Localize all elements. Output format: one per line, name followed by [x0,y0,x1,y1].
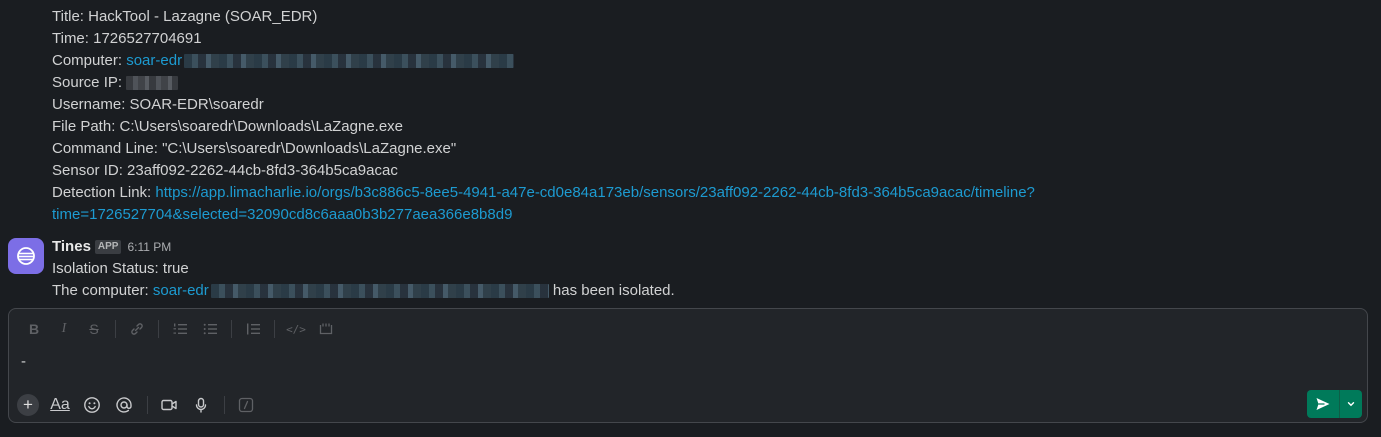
source-ip-label: Source IP: [52,74,123,91]
send-icon [1316,398,1330,410]
mention-icon[interactable] [109,393,139,417]
alert-detection-link-line: Detection Link: https://app.limacharlie.… [52,182,1035,204]
detection-link-label: Detection Link: [52,184,152,201]
command-line-value: "C:\Users\soaredr\Downloads\LaZagne.exe" [162,140,457,157]
isolation-status-text: Isolation Status: true [52,260,189,277]
alert-username-line: Username: SOAR-EDR\soaredr [52,94,1035,116]
send-options-button[interactable] [1339,390,1362,418]
computer-link[interactable]: soar-edr [153,282,209,299]
numbered-list-icon[interactable] [165,318,195,340]
tines-message-body: Tines APP 6:11 PM Isolation Status: true T… [52,236,675,302]
bulleted-list-icon[interactable] [195,318,225,340]
computer-link[interactable]: soar-edr [126,52,182,69]
app-badge: APP [94,240,122,254]
alert-command-line: Command Line: "C:\Users\soaredr\Download… [52,138,1035,160]
send-button-group [1307,390,1362,418]
tines-header: Tines APP 6:11 PM [52,236,675,258]
sender-name[interactable]: Tines [52,238,91,255]
chevron-down-icon [1347,402,1355,407]
alert-file-path-line: File Path: C:\Users\soaredr\Downloads\La… [52,116,1035,138]
blockquote-icon[interactable] [238,318,268,340]
plus-icon[interactable]: + [17,394,39,416]
sensor-id-value: 23aff092-2262-44cb-8fd3-364b5ca9acac [127,162,398,179]
title-value: HackTool - Lazagne (SOAR_EDR) [88,8,318,25]
alert-source-ip-line: Source IP: [52,72,1035,94]
username-label: Username: [52,96,126,113]
toolbar-divider [147,396,148,414]
alert-title-line: Title: HackTool - Lazagne (SOAR_EDR) [52,6,1035,28]
detection-link[interactable]: https://app.limacharlie.io/orgs/b3c886c5… [155,184,1035,201]
command-line-label: Command Line: [52,140,158,157]
alert-sensor-id-line: Sensor ID: 23aff092-2262-44cb-8fd3-364b5… [52,160,1035,182]
file-path-value: C:\Users\soaredr\Downloads\LaZagne.exe [119,118,404,135]
toolbar-divider [158,320,159,338]
alert-time-line: Time: 1726527704691 [52,28,1035,50]
message-input[interactable]: - [21,353,26,370]
time-value: 1726527704691 [93,30,202,47]
alert-message-block: Title: HackTool - Lazagne (SOAR_EDR) Tim… [52,6,1035,226]
message-composer: B I S </> - + Aa [8,308,1368,423]
isolated-computer-line: The computer: soar-edr has been isolated… [52,280,675,302]
shortcuts-icon[interactable] [231,393,261,417]
redacted-block [184,54,515,69]
code-icon[interactable]: </> [281,318,311,340]
computer-suffix: has been isolated. [552,282,675,299]
username-value: SOAR-EDR\soaredr [129,96,264,113]
text-formatting-icon[interactable]: Aa [45,393,75,417]
toolbar-divider [115,320,116,338]
composer-actions: + Aa [17,393,263,417]
send-button[interactable] [1307,390,1339,418]
redacted-block [126,76,179,91]
toolbar-divider [224,396,225,414]
bold-icon[interactable]: B [19,318,49,340]
toolbar-divider [231,320,232,338]
video-icon[interactable] [154,393,184,417]
computer-label: Computer: [52,52,123,69]
sensor-id-label: Sensor ID: [52,162,123,179]
emoji-icon[interactable] [77,393,107,417]
link-icon[interactable] [122,318,152,340]
title-label: Title: [52,8,84,25]
toolbar-divider [274,320,275,338]
detection-link-continued[interactable]: time=1726527704&selected=32090cd8c6aaa0b… [52,206,512,223]
isolation-status-line: Isolation Status: true [52,258,675,280]
microphone-icon[interactable] [186,393,216,417]
strikethrough-icon[interactable]: S [79,318,109,340]
alert-computer-line: Computer: soar-edr [52,50,1035,72]
alert-detection-link-line-2: time=1726527704&selected=32090cd8c6aaa0b… [52,204,1035,226]
tines-logo-icon [17,247,35,265]
code-block-icon[interactable] [311,318,341,340]
computer-prefix: The computer: [52,282,149,299]
time-label: Time: [52,30,89,47]
italic-icon[interactable]: I [49,318,79,340]
redacted-block [210,284,549,299]
message-timestamp[interactable]: 6:11 PM [127,240,171,254]
formatting-toolbar: B I S </> [19,318,341,340]
file-path-label: File Path: [52,118,116,135]
tines-avatar[interactable] [8,238,44,274]
